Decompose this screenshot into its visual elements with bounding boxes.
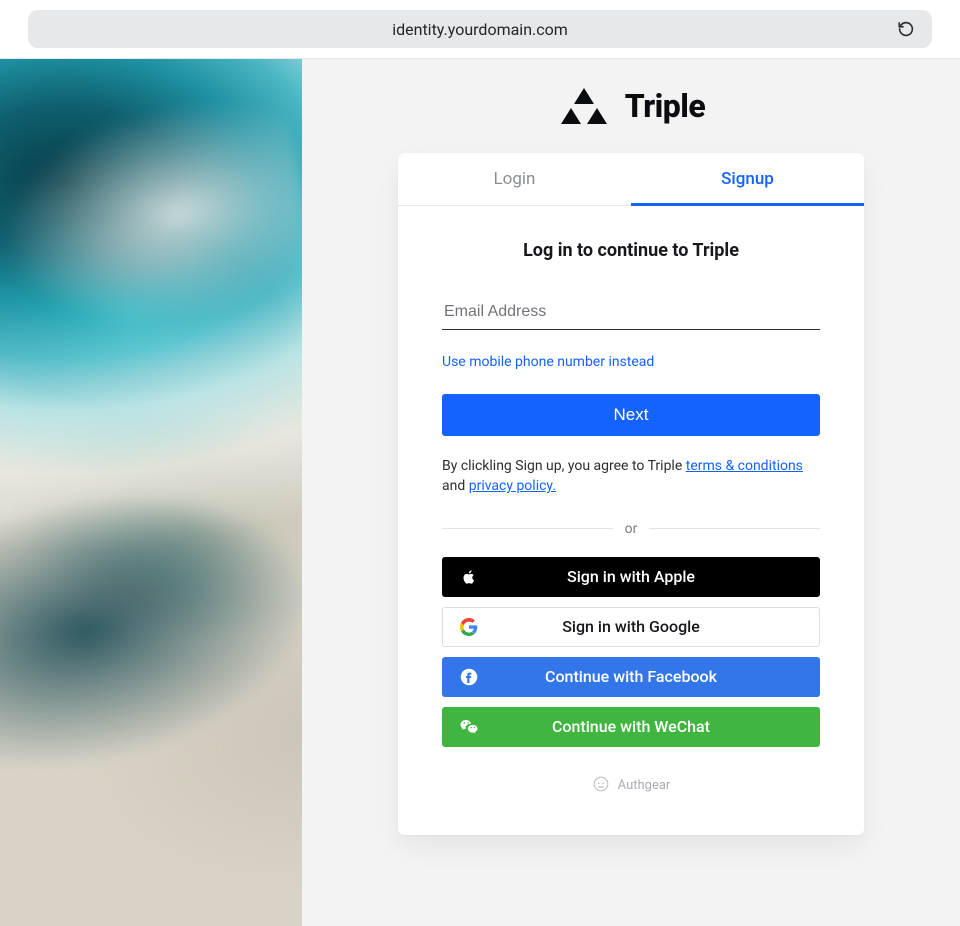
wechat-icon [459, 717, 479, 737]
divider-label: or [625, 521, 638, 537]
continue-facebook-button[interactable]: Continue with Facebook [442, 657, 820, 697]
card-heading: Log in to continue to Triple [442, 240, 820, 261]
continue-wechat-label: Continue with WeChat [552, 717, 710, 736]
facebook-icon [459, 667, 479, 687]
address-url: identity.yourdomain.com [392, 20, 568, 39]
privacy-link[interactable]: privacy policy. [469, 478, 556, 494]
continue-wechat-button[interactable]: Continue with WeChat [442, 707, 820, 747]
social-divider: or [442, 521, 820, 537]
email-field[interactable] [442, 297, 820, 330]
apple-icon [459, 567, 479, 587]
legal-text: By clickling Sign up, you agree to Tripl… [442, 456, 820, 497]
terms-link[interactable]: terms & conditions [686, 458, 803, 474]
continue-facebook-label: Continue with Facebook [545, 667, 717, 686]
authgear-icon [592, 775, 610, 797]
tab-signup[interactable]: Signup [631, 153, 864, 206]
brand: Triple [557, 87, 706, 125]
decorative-sidebar-image [0, 59, 302, 926]
google-icon [459, 617, 479, 637]
auth-tabs: Login Signup [398, 153, 864, 206]
brand-logo-icon [557, 88, 611, 124]
page: Triple Login Signup Log in to continue t… [0, 59, 960, 926]
browser-chrome: identity.yourdomain.com [0, 0, 960, 58]
signin-google-label: Sign in with Google [562, 617, 700, 636]
signin-apple-button[interactable]: Sign in with Apple [442, 557, 820, 597]
tab-login[interactable]: Login [398, 153, 631, 205]
address-bar[interactable]: identity.yourdomain.com [28, 10, 932, 48]
signin-google-button[interactable]: Sign in with Google [442, 607, 820, 647]
auth-card: Login Signup Log in to continue to Tripl… [398, 153, 864, 835]
legal-prefix: By clickling Sign up, you agree to Tripl… [442, 458, 686, 474]
card-body: Log in to continue to Triple Use mobile … [398, 206, 864, 835]
legal-middle: and [442, 478, 469, 494]
refresh-icon[interactable] [896, 19, 916, 39]
next-button[interactable]: Next [442, 394, 820, 436]
use-phone-link[interactable]: Use mobile phone number instead [442, 354, 654, 370]
social-buttons: Sign in with Apple Sign in with Google [442, 557, 820, 747]
brand-name: Triple [625, 87, 706, 125]
signin-apple-label: Sign in with Apple [567, 567, 695, 586]
content-area: Triple Login Signup Log in to continue t… [302, 59, 960, 926]
powered-by-label: Authgear [618, 778, 671, 793]
powered-by: Authgear [442, 775, 820, 797]
